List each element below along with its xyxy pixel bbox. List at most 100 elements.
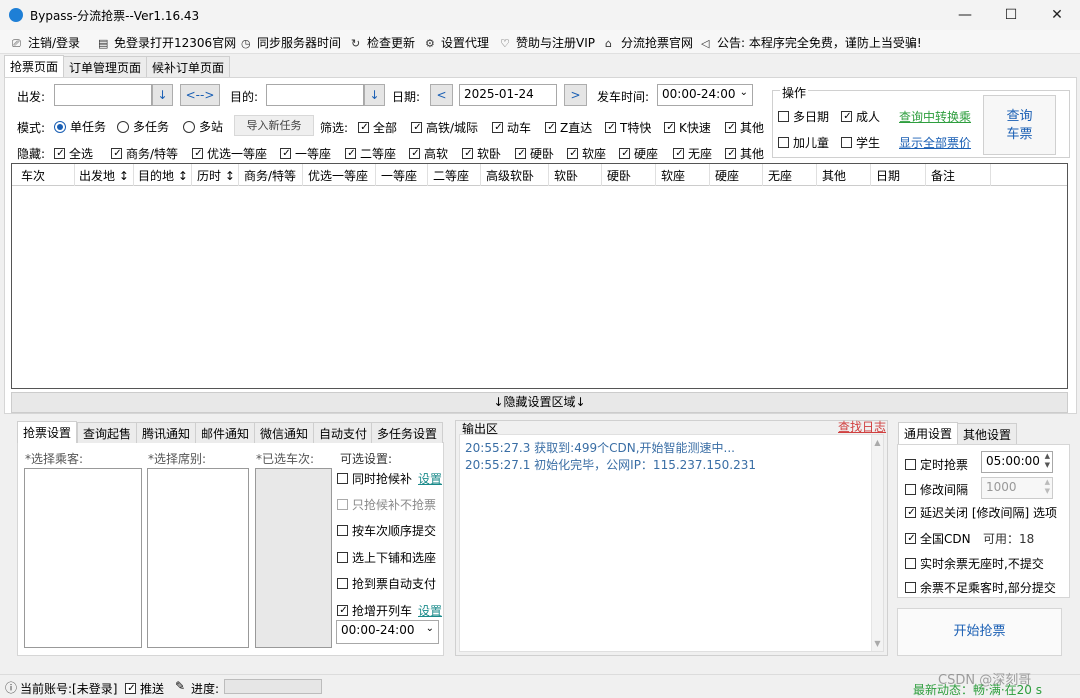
menu-proxy[interactable]: ⚙ 设置代理 (425, 34, 489, 51)
delay-close-checkbox[interactable]: 延迟关闭 [修改间隔] 选项 (905, 504, 1057, 521)
spinner-icon[interactable]: ▲ ▼ (1045, 478, 1050, 496)
column-business[interactable]: 商务/特等 (244, 167, 296, 184)
tab-mail-notify[interactable]: 邮件通知 (195, 422, 256, 443)
seat-type-list[interactable] (147, 468, 249, 648)
column-soft-seat[interactable]: 软座 (661, 167, 685, 184)
hide-settings-toggle[interactable]: ↓隐藏设置区域↓ (11, 392, 1068, 413)
column-date[interactable]: 日期 (876, 167, 900, 184)
column-soft-sleeper[interactable]: 软卧 (554, 167, 578, 184)
hide-wuzuo-checkbox[interactable]: 无座 (673, 145, 712, 162)
log-scrollbar[interactable]: ▲ ▼ (871, 435, 883, 651)
tab-orders[interactable]: 订单管理页面 (63, 56, 148, 77)
menu-logout[interactable]: ⎚ 注销/登录 (12, 34, 80, 51)
to-dropdown-button[interactable]: ↓ (364, 84, 385, 106)
passenger-list[interactable] (24, 468, 142, 648)
tab-multi-task[interactable]: 多任务设置 (371, 422, 444, 443)
multi-date-checkbox[interactable]: 多日期 (778, 108, 829, 125)
tab-grab-tickets[interactable]: 抢票页面 (4, 55, 65, 77)
extra-trains-checkbox[interactable]: 抢增开列车 (337, 602, 412, 619)
menu-check-update[interactable]: ↻ 检查更新 (351, 34, 415, 51)
find-log-link[interactable]: 查找日志 (838, 418, 886, 435)
tab-wechat-notify[interactable]: 微信通知 (254, 422, 315, 443)
hide-ruanzuo-checkbox[interactable]: 软座 (567, 145, 606, 162)
waitlist-also-checkbox[interactable]: 同时抢候补 (337, 470, 412, 487)
hide-ruanwo-checkbox[interactable]: 软卧 (462, 145, 501, 162)
column-from[interactable]: 出发地 ↕ (79, 167, 129, 184)
hide-premium-first-checkbox[interactable]: 优选一等座 (192, 145, 267, 162)
tab-auto-pay[interactable]: 自动支付 (313, 422, 374, 443)
tab-other-settings[interactable]: 其他设置 (957, 423, 1018, 444)
column-duration[interactable]: 历时 ↕ (197, 167, 235, 184)
mode-single-radio[interactable]: 单任务 (54, 118, 106, 135)
tab-waitlist[interactable]: 候补订单页面 (146, 56, 231, 77)
import-task-button[interactable]: 导入新任务 (234, 115, 314, 136)
filter-t-checkbox[interactable]: T特快 (605, 119, 651, 136)
order-submit-checkbox[interactable]: 按车次顺序提交 (337, 522, 436, 539)
from-dropdown-button[interactable]: ↓ (152, 84, 173, 106)
hide-other-checkbox[interactable]: 其他 (725, 145, 764, 162)
menu-sync-time[interactable]: ◷ 同步服务器时间 (241, 34, 341, 51)
child-checkbox[interactable]: 加儿童 (778, 134, 829, 151)
no-seat-no-submit-checkbox[interactable]: 实时余票无座时,不提交 (905, 555, 1044, 572)
extra-trains-settings-link[interactable]: 设置 (418, 602, 442, 619)
column-no-seat[interactable]: 无座 (768, 167, 792, 184)
hide-yingzuo-checkbox[interactable]: 硬座 (619, 145, 658, 162)
push-checkbox[interactable]: 推送 (125, 680, 164, 697)
hide-all-checkbox[interactable]: 全选 (54, 145, 93, 162)
date-input[interactable]: 2025-01-24 (459, 84, 557, 106)
maximize-button[interactable]: ☐ (988, 0, 1034, 30)
query-tickets-button[interactable]: 查询 车票 (983, 95, 1056, 155)
tab-grab-settings[interactable]: 抢票设置 (17, 421, 78, 443)
mode-multi-station-radio[interactable]: 多站 (183, 118, 223, 135)
national-cdn-checkbox[interactable]: 全国CDN (905, 530, 971, 547)
column-second[interactable]: 二等座 (433, 167, 469, 184)
column-remark[interactable]: 备注 (931, 167, 955, 184)
column-hard-sleeper[interactable]: 硬卧 (607, 167, 631, 184)
waitlist-only-checkbox[interactable]: 只抢候补不抢票 (337, 496, 436, 513)
hide-gaoruan-checkbox[interactable]: 高软 (409, 145, 448, 162)
swap-button[interactable]: <--> (180, 84, 220, 106)
menu-open-12306[interactable]: ▤ 免登录打开12306官网 (98, 34, 236, 51)
output-log[interactable]: 20:55:27.3 获取到:499个CDN,开始智能测速中... 20:55:… (459, 434, 884, 652)
menu-vip[interactable]: ♡ 赞助与注册VIP (500, 34, 595, 51)
modify-interval-checkbox[interactable]: 修改间隔 (905, 481, 968, 498)
partial-submit-checkbox[interactable]: 余票不足乘客时,部分提交 (905, 579, 1056, 596)
filter-other-checkbox[interactable]: 其他 (725, 119, 764, 136)
filter-k-checkbox[interactable]: K快速 (664, 119, 711, 136)
tab-general-settings[interactable]: 通用设置 (898, 422, 959, 444)
auto-pay-checkbox[interactable]: 抢到票自动支付 (337, 575, 436, 592)
tab-tencent-notify[interactable]: 腾讯通知 (136, 422, 197, 443)
filter-all-checkbox[interactable]: 全部 (358, 119, 397, 136)
train-table[interactable]: 车次 出发地 ↕ 目的地 ↕ 历时 ↕ 商务/特等 优选一等座 一等座 二等座 … (11, 163, 1068, 389)
hide-yingwo-checkbox[interactable]: 硬卧 (515, 145, 554, 162)
hide-second-checkbox[interactable]: 二等座 (345, 145, 396, 162)
menu-announcement[interactable]: ◁ 公告: 本程序完全免费，谨防上当受骗! (701, 34, 922, 51)
interval-input[interactable]: 1000 ▲ ▼ (981, 477, 1053, 499)
menu-website[interactable]: ⌂ 分流抢票官网 (605, 34, 693, 51)
student-checkbox[interactable]: 学生 (841, 134, 880, 151)
date-prev-button[interactable]: < (430, 84, 453, 106)
filter-dongche-checkbox[interactable]: 动车 (492, 119, 531, 136)
column-hard-seat[interactable]: 硬座 (715, 167, 739, 184)
selected-trains-list[interactable] (255, 468, 332, 648)
timed-grab-time-input[interactable]: 05:00:00 ▲ ▼ (981, 451, 1053, 473)
date-next-button[interactable]: > (564, 84, 587, 106)
filter-gaotie-checkbox[interactable]: 高铁/城际 (411, 119, 478, 136)
tab-query-sale[interactable]: 查询起售 (77, 422, 138, 443)
from-input[interactable] (54, 84, 152, 106)
column-first[interactable]: 一等座 (381, 167, 417, 184)
hide-first-checkbox[interactable]: 一等座 (280, 145, 331, 162)
to-input[interactable] (266, 84, 364, 106)
show-all-prices-link[interactable]: 显示全部票价 (899, 134, 971, 151)
spinner-icon[interactable]: ▲ ▼ (1045, 452, 1050, 470)
start-grab-button[interactable]: 开始抢票 (897, 608, 1062, 656)
column-to[interactable]: 目的地 ↕ (138, 167, 188, 184)
waitlist-settings-link[interactable]: 设置 (418, 470, 442, 487)
transfer-link[interactable]: 查询中转换乘 (899, 108, 971, 125)
depart-time-select[interactable]: 00:00-24:00 ⌄ (657, 84, 753, 106)
column-deluxe-sleeper[interactable]: 高级软卧 (486, 167, 534, 184)
berth-seat-select-checkbox[interactable]: 选上下铺和选座 (337, 549, 436, 566)
column-train-no[interactable]: 车次 (21, 167, 45, 184)
column-premium-first[interactable]: 优选一等座 (308, 167, 368, 184)
filter-z-checkbox[interactable]: Z直达 (545, 119, 592, 136)
